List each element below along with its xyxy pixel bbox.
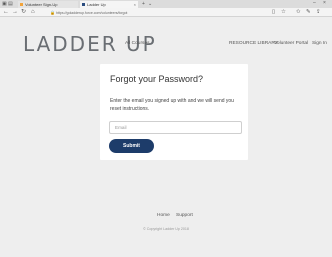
url-field[interactable]: https://goladderup.force.com/volunteers/… <box>56 10 266 16</box>
refresh-icon[interactable]: ↻ <box>21 9 26 16</box>
home-icon[interactable]: ⌂ <box>31 9 35 16</box>
tab-actions-icon[interactable]: ▣ <box>2 1 7 7</box>
nav-volunteer-portal[interactable]: Volunteer Portal <box>274 41 308 47</box>
browser-window: ▣ ▤ Volunteer Sign-Up Ladder Up × + ⌄ – … <box>0 0 332 257</box>
reading-view-icon[interactable]: ▯ <box>272 9 275 16</box>
forgot-password-card: Forgot your Password? Enter the email yo… <box>100 64 248 160</box>
address-bar: ← → ↻ ⌂ 🔒 https://goladderup.force.com/v… <box>0 8 332 17</box>
new-tab-icon[interactable]: + <box>142 1 145 7</box>
tab-ladder-up[interactable]: Ladder Up × <box>80 1 138 8</box>
tab-list-icon[interactable]: ⌄ <box>148 1 152 7</box>
instructions-text: Enter the email you signed up with and w… <box>110 98 234 112</box>
close-tab-icon[interactable]: × <box>134 1 136 8</box>
tab-bar: ▣ ▤ Volunteer Sign-Up Ladder Up × + ⌄ – … <box>0 0 332 8</box>
back-icon[interactable]: ← <box>3 9 9 16</box>
email-input[interactable] <box>109 121 242 134</box>
page-title: Forgot your Password? <box>110 74 204 84</box>
nav-sign-in[interactable]: Sign In <box>312 41 327 47</box>
tab-volunteer-signup[interactable]: Volunteer Sign-Up <box>18 1 78 8</box>
footer-home-link[interactable]: Home <box>157 213 170 219</box>
favicon-icon <box>82 3 85 6</box>
forward-icon[interactable]: → <box>12 9 18 16</box>
tab-title: Ladder Up <box>87 2 106 7</box>
tab-stack-icon[interactable]: ▤ <box>8 1 13 7</box>
close-window-button[interactable]: × <box>323 0 326 7</box>
favorites-icon[interactable]: ✩ <box>296 9 301 16</box>
favicon-icon <box>20 3 23 6</box>
minimize-button[interactable]: – <box>313 0 316 7</box>
nav-all-courses[interactable]: All Courses <box>125 41 150 47</box>
submit-button[interactable]: Submit <box>109 139 154 153</box>
favorite-star-icon[interactable]: ☆ <box>281 9 286 16</box>
notes-pen-icon[interactable]: ✎ <box>306 9 311 16</box>
footer-support-link[interactable]: Support <box>176 213 193 219</box>
share-icon[interactable]: ⇪ <box>316 9 321 16</box>
lock-icon: 🔒 <box>50 10 55 15</box>
tab-title: Volunteer Sign-Up <box>25 2 58 7</box>
copyright-text: © Copyright Ladder Up 2018 <box>143 227 189 231</box>
nav-resource-library[interactable]: RESOURCE LIBRARY <box>229 41 278 47</box>
